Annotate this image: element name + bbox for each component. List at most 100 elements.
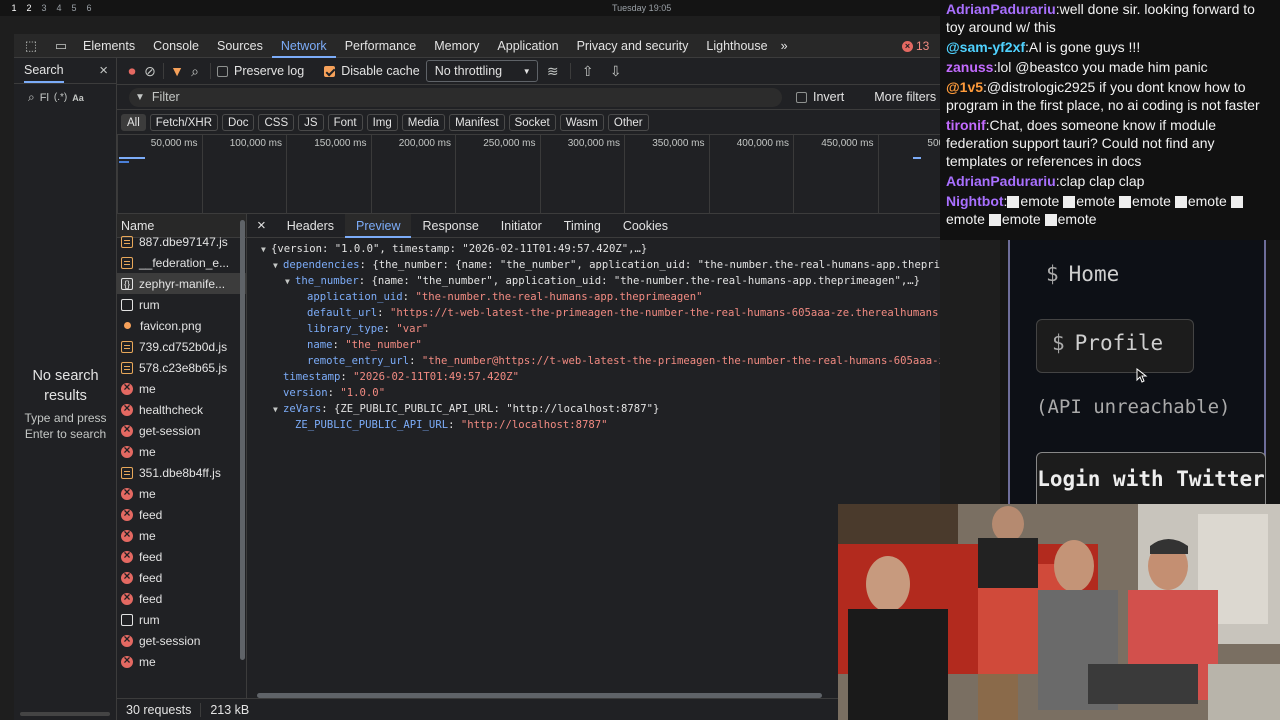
preserve-log-checkbox[interactable]: Preserve log [217, 64, 304, 78]
detail-tab-response[interactable]: Response [411, 214, 489, 238]
request-row[interactable]: 739.cd752b0d.js [117, 336, 246, 357]
json-line[interactable]: ▼ zeVars: {ZE_PUBLIC_PUBLIC_API_URL: "htt… [247, 401, 940, 417]
request-row[interactable]: {} zephyr-manife... [117, 273, 246, 294]
search-input[interactable]: Fl [40, 92, 49, 104]
device-toolbar-icon[interactable]: ▭ [52, 38, 70, 53]
request-row[interactable]: feed [117, 567, 246, 588]
request-row[interactable]: me [117, 525, 246, 546]
home-link[interactable]: $ Home [1046, 262, 1119, 286]
profile-button[interactable]: $ Profile [1036, 319, 1194, 373]
close-icon[interactable]: × [99, 62, 108, 79]
error-badge[interactable]: × 13 [902, 39, 929, 53]
tab-console[interactable]: Console [144, 34, 208, 58]
chat-username[interactable]: tironif [946, 117, 986, 133]
tab-elements[interactable]: Elements [74, 34, 144, 58]
detail-tabs: × Headers Preview Response Initiator Timing C… [247, 213, 940, 238]
json-line[interactable]: ▼ the_number: {name: "the_number", applic… [247, 273, 940, 289]
type-filter-all[interactable]: All [121, 113, 146, 131]
workspace-5[interactable]: 5 [70, 3, 78, 13]
detail-tab-preview[interactable]: Preview [345, 213, 412, 238]
tab-memory[interactable]: Memory [425, 34, 488, 58]
filter-icon[interactable]: ▼ [168, 62, 186, 80]
network-conditions-icon[interactable]: ≋ [544, 62, 562, 80]
timeline-overview[interactable]: 50,000 ms 100,000 ms 150,000 ms 200,000 ms 2… [117, 135, 958, 214]
request-row[interactable]: __federation_e... [117, 252, 246, 273]
request-row[interactable]: favicon.png [117, 315, 246, 336]
detail-tab-cookies[interactable]: Cookies [612, 214, 679, 238]
json-line[interactable]: ▼ {version: "1.0.0", timestamp: "2026-02-… [247, 241, 940, 257]
workspace-1[interactable]: 1 [10, 3, 18, 13]
request-row[interactable]: me [117, 441, 246, 462]
more-filters-button[interactable]: More filters [874, 90, 936, 104]
request-row[interactable]: me [117, 378, 246, 399]
workspace-list[interactable]: 123456 [10, 3, 93, 13]
type-filter-doc[interactable]: Doc [222, 113, 255, 131]
request-row[interactable]: 578.c23e8b65.js [117, 357, 246, 378]
horizontal-scrollbar[interactable] [20, 712, 110, 716]
tab-sources[interactable]: Sources [208, 34, 272, 58]
detail-tab-initiator[interactable]: Initiator [490, 214, 553, 238]
vertical-scrollbar[interactable] [240, 220, 245, 660]
json-line[interactable]: ▼ dependencies: {the_number: {name: "the_… [247, 257, 940, 273]
type-filter-other[interactable]: Other [607, 113, 649, 131]
request-row[interactable]: get-session [117, 630, 246, 651]
detail-tab-headers[interactable]: Headers [276, 214, 345, 238]
expand-triangle-icon[interactable]: ▼ [273, 402, 283, 417]
tab-privacy-and-security[interactable]: Privacy and security [568, 34, 698, 58]
workspace-2[interactable]: 2 [25, 3, 33, 13]
request-row[interactable]: me [117, 483, 246, 504]
chat-username[interactable]: zanuss [946, 59, 993, 75]
chat-username[interactable]: Nightbot [946, 193, 1004, 209]
tab-application[interactable]: Application [488, 34, 567, 58]
request-row[interactable]: me [117, 651, 246, 671]
request-row[interactable]: healthcheck [117, 399, 246, 420]
export-har-icon[interactable]: ⇩ [607, 62, 625, 80]
regex-toggle[interactable]: (.*) [54, 92, 67, 103]
import-har-icon[interactable]: ⇧ [579, 62, 597, 80]
filter-input[interactable]: ▼ Filter [129, 87, 782, 107]
tab-network[interactable]: Network [271, 34, 336, 58]
search-tab[interactable]: Search [24, 59, 64, 83]
type-filter-socket[interactable]: Socket [508, 113, 556, 131]
chat-username[interactable]: @sam-yf2xf [946, 39, 1025, 55]
type-filter-manifest[interactable]: Manifest [449, 113, 505, 131]
detail-tab-timing[interactable]: Timing [553, 214, 612, 238]
request-row[interactable]: feed [117, 504, 246, 525]
workspace-6[interactable]: 6 [85, 3, 93, 13]
tab-performance[interactable]: Performance [336, 34, 426, 58]
request-row[interactable]: 351.dbe8b4ff.js [117, 462, 246, 483]
invert-checkbox[interactable]: Invert [796, 90, 844, 104]
expand-triangle-icon[interactable]: ▼ [273, 258, 283, 273]
request-row[interactable]: rum [117, 609, 246, 630]
request-row[interactable]: feed [117, 546, 246, 567]
search-input-row[interactable]: ⌕ Fl (.*) Aa [14, 84, 116, 111]
workspace-4[interactable]: 4 [55, 3, 63, 13]
workspace-3[interactable]: 3 [40, 3, 48, 13]
type-filter-font[interactable]: Font [327, 113, 363, 131]
type-filter-img[interactable]: Img [366, 113, 398, 131]
clear-icon[interactable]: ⊘ [141, 62, 159, 80]
tab-lighthouse[interactable]: Lighthouse [697, 34, 776, 58]
request-row[interactable]: feed [117, 588, 246, 609]
type-filter-fetch-xhr[interactable]: Fetch/XHR [149, 113, 219, 131]
close-icon[interactable]: × [247, 214, 276, 238]
request-row[interactable]: rum [117, 294, 246, 315]
chat-username[interactable]: AdrianPadurariu [946, 1, 1056, 17]
throttling-select[interactable]: No throttling ▼ [425, 60, 538, 82]
chat-username[interactable]: AdrianPadurariu [946, 173, 1056, 189]
type-filter-wasm[interactable]: Wasm [559, 113, 604, 131]
expand-triangle-icon[interactable]: ▼ [285, 274, 295, 289]
type-filter-css[interactable]: CSS [258, 113, 295, 131]
inspect-element-icon[interactable]: ⬚ [22, 38, 40, 53]
chat-username[interactable]: @1v5 [946, 79, 983, 95]
request-row[interactable]: get-session [117, 420, 246, 441]
search-icon[interactable]: ⌕ [186, 62, 204, 80]
type-filter-js[interactable]: JS [298, 113, 324, 131]
record-icon[interactable]: ⏺ [123, 62, 141, 80]
type-filter-media[interactable]: Media [401, 113, 446, 131]
match-case-toggle[interactable]: Aa [72, 93, 84, 103]
more-tabs-icon[interactable]: » [777, 34, 792, 58]
timeline-tick: 50,000 ms [117, 135, 202, 214]
disable-cache-checkbox[interactable]: Disable cache [324, 64, 420, 78]
expand-triangle-icon[interactable]: ▼ [261, 242, 271, 257]
